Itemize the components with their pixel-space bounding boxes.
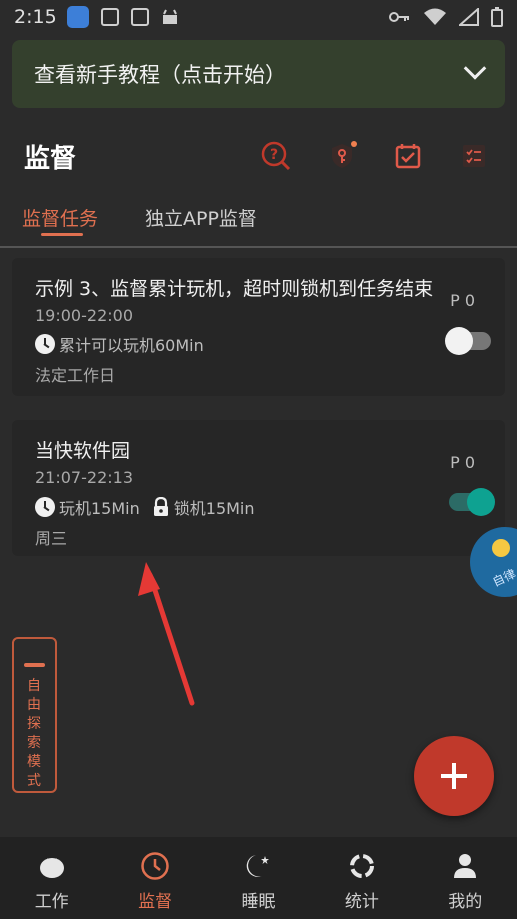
task-card[interactable]: 当快软件园 21:07-22:13 玩机15Min 锁机15Min 周三 P 0 (12, 420, 505, 556)
tab-bar: 监督任务 独立APP监督 (0, 196, 517, 248)
nav-item-mine[interactable]: 我的 (414, 837, 517, 919)
tomato-icon (37, 851, 67, 881)
svg-text:?: ? (270, 147, 278, 163)
status-time: 2:15 (14, 6, 57, 28)
task-limit-row: 累计可以玩机60Min (35, 332, 204, 356)
task-toggle[interactable] (445, 327, 491, 355)
ring-chart-icon (347, 851, 377, 881)
task-play-limit: 累计可以玩机60Min (59, 336, 204, 355)
nav-label: 统计 (344, 892, 379, 912)
explore-handle-bar (24, 663, 45, 667)
header-toolbar: ? (258, 138, 492, 174)
battery-icon (491, 7, 503, 27)
add-task-button[interactable] (414, 736, 494, 816)
clock-icon (35, 497, 55, 517)
help-search-icon: ? (261, 141, 291, 171)
whitelist-button[interactable] (324, 138, 360, 174)
task-days: 法定工作日 (35, 366, 116, 385)
task-limit-row: 玩机15Min 锁机15Min (35, 495, 255, 519)
person-icon (450, 851, 480, 881)
task-title: 当快软件园 (35, 440, 131, 462)
task-play-limit: 玩机15Min (59, 499, 140, 518)
nav-item-stats[interactable]: 统计 (310, 837, 413, 919)
android-icon (162, 9, 177, 24)
help-search-button[interactable]: ? (258, 138, 294, 174)
sim-icon (100, 8, 119, 26)
nav-label: 睡眠 (241, 892, 276, 912)
page-title: 监督 (24, 144, 77, 174)
app-notification-icon (66, 6, 89, 28)
nav-label: 监督 (138, 892, 173, 912)
shield-key-icon (332, 141, 357, 168)
bottom-nav: 工作 监督 睡眠 统计 我的 (0, 837, 517, 919)
task-priority: P 0 (450, 453, 475, 472)
free-explore-mode-button[interactable]: 自由探索模式 (12, 637, 57, 793)
task-time: 21:07-22:13 (35, 468, 133, 487)
tab-active-indicator (41, 233, 83, 236)
task-title: 示例 3、监督累计玩机，超时则锁机到任务结束 (35, 278, 434, 300)
checkin-button[interactable] (390, 138, 426, 174)
nav-label: 工作 (34, 892, 69, 912)
toggle-knob (445, 327, 473, 355)
lightbulb-icon (492, 539, 510, 557)
key-icon (389, 12, 409, 22)
signal-icon (459, 8, 479, 26)
calendar-check-icon (395, 144, 421, 169)
task-days: 周三 (35, 529, 68, 548)
toggle-knob (467, 488, 495, 516)
clock-icon (140, 851, 170, 881)
moon-icon (243, 851, 273, 881)
tab-app-supervise[interactable]: 独立APP监督 (145, 204, 257, 231)
tutorial-banner-text: 查看新手教程（点击开始） (34, 63, 286, 87)
task-toggle[interactable] (449, 488, 495, 516)
nav-item-sleep[interactable]: 睡眠 (207, 837, 310, 919)
status-notification-icons (66, 6, 179, 28)
nav-label: 我的 (448, 892, 483, 912)
wifi-icon (424, 8, 446, 25)
clock-icon (35, 334, 55, 354)
self-discipline-badge-label: 自律 (490, 566, 517, 590)
task-time: 19:00-22:00 (35, 306, 133, 325)
free-explore-mode-label: 自由探索模式 (27, 678, 41, 789)
sim-icon (130, 8, 149, 26)
task-lock-limit: 锁机15Min (173, 499, 255, 518)
status-system-icons (389, 7, 503, 27)
tab-supervise-tasks[interactable]: 监督任务 (22, 204, 98, 231)
tutorial-banner[interactable]: 查看新手教程（点击开始） (12, 40, 505, 108)
status-bar: 2:15 (0, 0, 517, 34)
nav-item-supervise[interactable]: 监督 (103, 837, 206, 919)
nav-item-work[interactable]: 工作 (0, 837, 103, 919)
lock-icon (153, 497, 168, 516)
task-card[interactable]: 示例 3、监督累计玩机，超时则锁机到任务结束 19:00-22:00 累计可以玩… (12, 258, 505, 396)
chevron-down-icon[interactable] (463, 57, 487, 80)
checklist-icon (463, 145, 485, 167)
task-priority: P 0 (450, 291, 475, 310)
task-list-button[interactable] (456, 138, 492, 174)
